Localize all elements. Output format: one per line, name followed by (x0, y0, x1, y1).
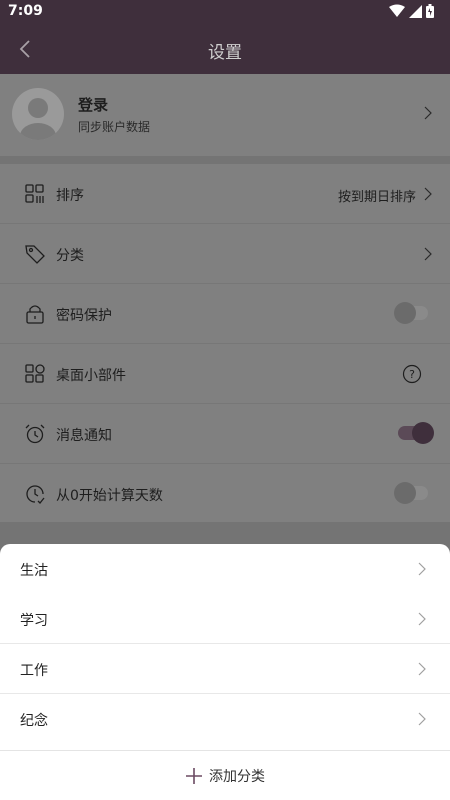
count-from-zero-toggle[interactable] (394, 482, 428, 504)
toggle-knob (412, 422, 434, 444)
alarm-clock-icon (25, 424, 45, 444)
category-label: 纪念 (20, 713, 48, 729)
avatar (12, 88, 64, 140)
clock-check-icon (26, 485, 45, 504)
category-item[interactable]: 纪念 (0, 694, 450, 744)
profile-subtitle: 同步账户数据 (78, 120, 151, 134)
setting-sort[interactable]: 排序 按到期日排序 (0, 164, 450, 224)
add-category-label: 添加分类 (209, 768, 265, 785)
help-icon[interactable]: ? (402, 364, 422, 384)
category-label: 生沽 (20, 563, 48, 579)
add-category-button[interactable]: 添加分类 (0, 750, 450, 800)
category-label: 工作 (20, 663, 48, 679)
sort-grid-icon (25, 184, 44, 203)
status-icons (389, 4, 434, 18)
setting-password[interactable]: 密码保护 (0, 284, 450, 344)
chevron-right-icon (418, 712, 426, 726)
setting-widget[interactable]: 桌面小部件 ? (0, 344, 450, 404)
chevron-right-icon (424, 187, 432, 201)
lock-icon (26, 305, 44, 324)
status-bar: 7:09 (0, 0, 450, 24)
user-avatar-icon (20, 98, 56, 140)
profile-row[interactable]: 登录 同步账户数据 (0, 74, 450, 156)
chevron-right-icon (418, 612, 426, 626)
chevron-right-icon (418, 662, 426, 676)
setting-notification[interactable]: 消息通知 (0, 404, 450, 464)
signal-icon (409, 4, 422, 18)
app-bar: 设置 (0, 24, 450, 74)
setting-label: 排序 (56, 188, 84, 204)
setting-label: 桌面小部件 (56, 368, 126, 384)
widget-icon (25, 364, 45, 383)
category-item[interactable]: 学习 (0, 594, 450, 644)
password-toggle[interactable] (394, 302, 428, 324)
section-divider (0, 156, 450, 164)
chevron-right-icon (424, 106, 432, 120)
profile-name: 登录 (78, 96, 109, 114)
setting-label: 密码保护 (56, 308, 112, 324)
category-bottom-sheet: 生沽 学习 工作 纪念 添加分类 (0, 544, 450, 800)
category-item[interactable]: 生沽 (0, 544, 450, 594)
setting-label: 消息通知 (56, 428, 112, 444)
toggle-knob (394, 482, 416, 504)
wifi-icon (389, 4, 405, 17)
tag-icon (25, 245, 45, 264)
svg-text:?: ? (409, 368, 415, 381)
notification-toggle[interactable] (398, 422, 434, 444)
setting-category[interactable]: 分类 (0, 224, 450, 284)
battery-icon (426, 4, 434, 18)
setting-label: 分类 (56, 248, 84, 264)
chevron-right-icon (424, 247, 432, 261)
setting-value: 按到期日排序 (337, 190, 416, 205)
setting-label: 从0开始计算天数 (56, 488, 163, 504)
setting-count-from-zero[interactable]: 从0开始计算天数 (0, 464, 450, 524)
settings-list: 排序 按到期日排序 分类 密码保护 桌面小部件 ? 消息通知 从0开始计算天数 (0, 164, 450, 524)
toggle-knob (394, 302, 416, 324)
page-title: 设置 (208, 43, 242, 63)
chevron-right-icon (418, 562, 426, 576)
plus-icon (186, 767, 202, 784)
category-label: 学习 (20, 613, 48, 629)
status-time: 7:09 (8, 3, 43, 19)
category-item[interactable]: 工作 (0, 644, 450, 694)
